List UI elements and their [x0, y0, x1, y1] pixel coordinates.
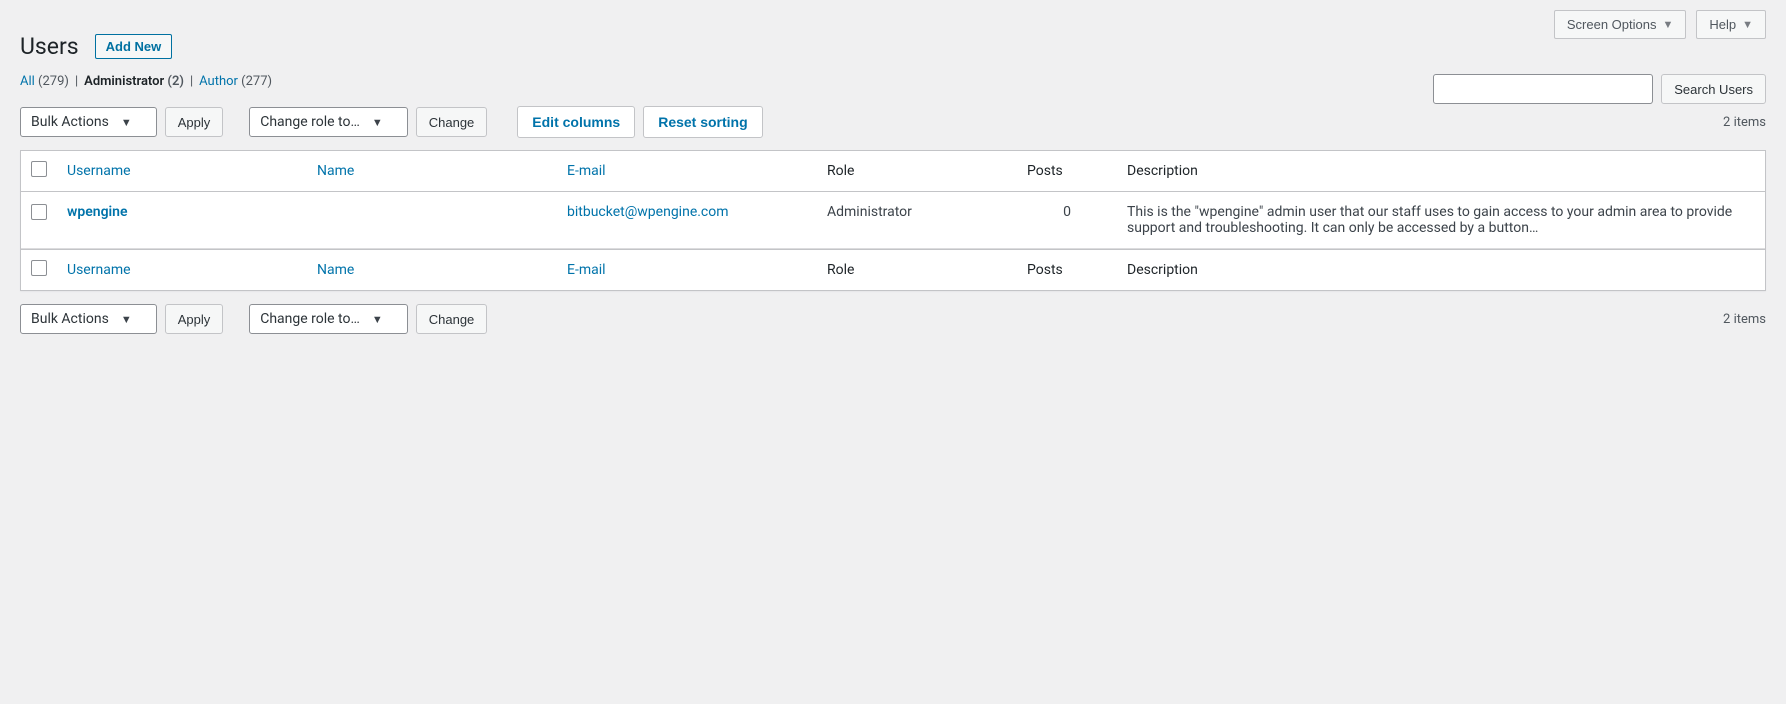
page-title: Users	[20, 33, 83, 60]
col-role-foot: Role	[817, 249, 1017, 290]
row-name	[307, 192, 557, 249]
col-name-foot[interactable]: Name	[317, 262, 354, 278]
filter-all-count: (279)	[38, 74, 69, 89]
add-new-button[interactable]: Add New	[95, 34, 173, 59]
row-username-link[interactable]: wpengine	[67, 204, 128, 220]
filter-author-link[interactable]: Author	[199, 74, 238, 89]
bulk-actions-label: Bulk Actions	[31, 114, 109, 130]
col-username[interactable]: Username	[67, 163, 131, 179]
col-description: Description	[1117, 151, 1765, 192]
filter-author[interactable]: Author (277)	[199, 74, 272, 89]
row-email-link[interactable]: bitbucket@wpengine.com	[567, 204, 729, 220]
screen-options-label: Screen Options	[1567, 17, 1657, 32]
col-role: Role	[817, 151, 1017, 192]
change-role-select[interactable]: Change role to… ▼	[249, 107, 408, 137]
filter-administrator[interactable]: Administrator (2)	[84, 74, 184, 89]
users-table: Username Name E-mail Role Posts Descript…	[20, 150, 1766, 291]
chevron-down-icon: ▼	[121, 313, 132, 326]
bulk-actions-select-bottom[interactable]: Bulk Actions ▼	[20, 304, 157, 334]
apply-bulk-button-bottom[interactable]: Apply	[165, 304, 224, 334]
items-count-top: 2 items	[1723, 115, 1766, 130]
col-email-foot[interactable]: E-mail	[567, 262, 606, 278]
filter-author-count: (277)	[241, 74, 272, 89]
col-name[interactable]: Name	[317, 163, 354, 179]
filter-all-link[interactable]: All	[20, 74, 35, 89]
chevron-down-icon: ▼	[1742, 19, 1753, 31]
change-role-button-bottom[interactable]: Change	[416, 304, 488, 334]
search-users-button[interactable]: Search Users	[1661, 74, 1766, 104]
row-posts: 0	[1017, 192, 1117, 249]
change-role-label: Change role to…	[260, 114, 360, 130]
search-input[interactable]	[1433, 74, 1653, 104]
row-checkbox[interactable]	[31, 204, 47, 220]
select-all-bottom[interactable]	[31, 260, 47, 276]
col-email[interactable]: E-mail	[567, 163, 606, 179]
col-description-foot: Description	[1117, 249, 1765, 290]
filter-admin-count: (2)	[167, 74, 184, 89]
filter-all[interactable]: All (279)	[20, 74, 69, 89]
reset-sorting-button[interactable]: Reset sorting	[643, 106, 762, 138]
help-button[interactable]: Help ▼	[1696, 10, 1766, 39]
role-filter-links: All (279) | Administrator (2) | Author (…	[20, 74, 272, 89]
col-username-foot[interactable]: Username	[67, 262, 131, 278]
bulk-actions-label-bottom: Bulk Actions	[31, 311, 109, 327]
table-row: wpengine bitbucket@wpengine.com Administ…	[21, 192, 1765, 249]
filter-admin-label: Administrator	[84, 74, 164, 89]
help-label: Help	[1709, 17, 1736, 32]
change-role-button[interactable]: Change	[416, 107, 488, 137]
screen-options-button[interactable]: Screen Options ▼	[1554, 10, 1687, 39]
items-count-bottom: 2 items	[1723, 312, 1766, 327]
apply-bulk-button[interactable]: Apply	[165, 107, 224, 137]
chevron-down-icon: ▼	[372, 313, 383, 326]
change-role-select-bottom[interactable]: Change role to… ▼	[249, 304, 408, 334]
col-posts-foot: Posts	[1017, 249, 1117, 290]
chevron-down-icon: ▼	[1662, 19, 1673, 31]
row-role: Administrator	[817, 192, 1017, 249]
select-all-top[interactable]	[31, 161, 47, 177]
edit-columns-button[interactable]: Edit columns	[517, 106, 635, 138]
separator: |	[75, 74, 78, 89]
chevron-down-icon: ▼	[372, 116, 383, 129]
separator: |	[190, 74, 193, 89]
bulk-actions-select[interactable]: Bulk Actions ▼	[20, 107, 157, 137]
col-posts: Posts	[1017, 151, 1117, 192]
chevron-down-icon: ▼	[121, 116, 132, 129]
change-role-label-bottom: Change role to…	[260, 311, 360, 327]
row-description: This is the "wpengine" admin user that o…	[1117, 192, 1765, 249]
